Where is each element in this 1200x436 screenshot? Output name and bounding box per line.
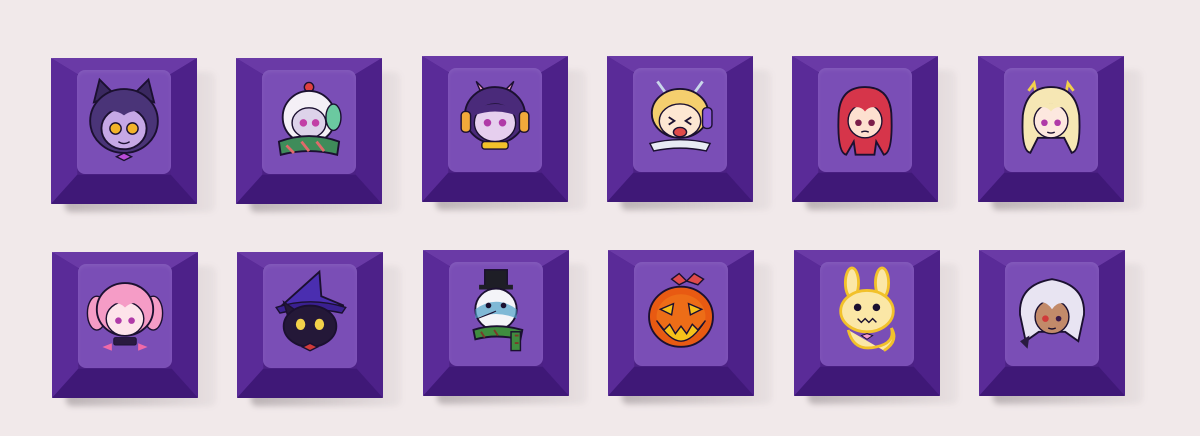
witch-cat-icon bbox=[275, 269, 347, 352]
yellow-ghost-bunny-icon bbox=[839, 266, 896, 352]
snowman-icon bbox=[472, 269, 524, 352]
keycap bbox=[423, 250, 587, 404]
keycap bbox=[792, 56, 956, 210]
red-hair-girl-icon bbox=[837, 86, 893, 156]
headphone-girl-icon bbox=[460, 80, 530, 150]
keycap bbox=[607, 56, 771, 210]
keycap bbox=[979, 250, 1143, 404]
keycap bbox=[237, 252, 401, 406]
keycap bbox=[236, 58, 400, 212]
keycap bbox=[794, 250, 958, 404]
white-robot-scarf-icon bbox=[277, 81, 342, 157]
silver-hair-girl-icon bbox=[1019, 278, 1085, 349]
purple-cat-girl-icon bbox=[89, 77, 159, 162]
pink-twintail-girl-icon bbox=[86, 282, 164, 351]
keycap bbox=[52, 252, 216, 406]
keycap bbox=[608, 250, 772, 404]
blonde-girl-icon bbox=[1021, 79, 1081, 154]
keycap-set-photo: { "image": { "background_color": "#f1e9e… bbox=[0, 0, 1200, 436]
keycap bbox=[51, 58, 215, 212]
keycap bbox=[978, 56, 1142, 210]
keycap bbox=[422, 56, 586, 210]
blonde-boy-headphones-icon bbox=[648, 80, 713, 152]
jack-o-lantern-icon bbox=[648, 272, 714, 348]
